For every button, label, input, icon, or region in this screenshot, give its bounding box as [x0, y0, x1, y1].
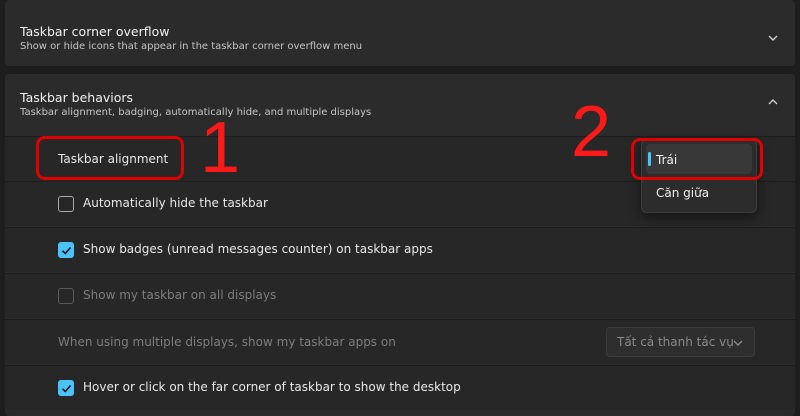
desktop-corner-checkbox[interactable] [58, 380, 74, 396]
annotation-number-2: 2 [571, 92, 612, 172]
all-displays-label: Show my taskbar on all displays [83, 288, 277, 302]
all-displays-row: Show my taskbar on all displays [5, 273, 795, 318]
badges-checkbox[interactable] [58, 242, 74, 258]
annotation-box-2 [631, 138, 763, 180]
multi-display-label: When using multiple displays, show my ta… [58, 335, 396, 349]
checkmark-icon [61, 384, 72, 393]
chevron-down-icon[interactable] [767, 33, 779, 43]
section-subtitle: Taskbar alignment, badging, automaticall… [20, 107, 372, 118]
section-subtitle: Show or hide icons that appear in the ta… [20, 41, 363, 52]
badges-label: Show badges (unread messages counter) on… [83, 242, 433, 256]
chevron-down-icon [733, 340, 743, 346]
checkmark-icon [61, 246, 72, 255]
chevron-up-icon[interactable] [767, 97, 779, 107]
desktop-corner-row[interactable]: Hover or click on the far corner of task… [5, 365, 795, 410]
annotation-box-1 [36, 136, 184, 180]
combobox-value: Tất cả thanh tác vụ [617, 335, 734, 349]
section-title: Taskbar behaviors [20, 90, 134, 105]
auto-hide-label: Automatically hide the taskbar [83, 196, 268, 210]
section-title: Taskbar corner overflow [20, 24, 170, 39]
auto-hide-checkbox[interactable] [58, 196, 74, 212]
taskbar-corner-overflow-section[interactable]: Taskbar corner overflow Show or hide ico… [5, 0, 795, 66]
alignment-option-center[interactable]: Căn giữa [656, 186, 709, 200]
all-displays-checkbox [58, 288, 74, 304]
annotation-number-1: 1 [200, 108, 241, 188]
multi-display-combobox: Tất cả thanh tác vụ [606, 327, 755, 357]
badges-row[interactable]: Show badges (unread messages counter) on… [5, 227, 795, 272]
desktop-corner-label: Hover or click on the far corner of task… [83, 380, 461, 394]
